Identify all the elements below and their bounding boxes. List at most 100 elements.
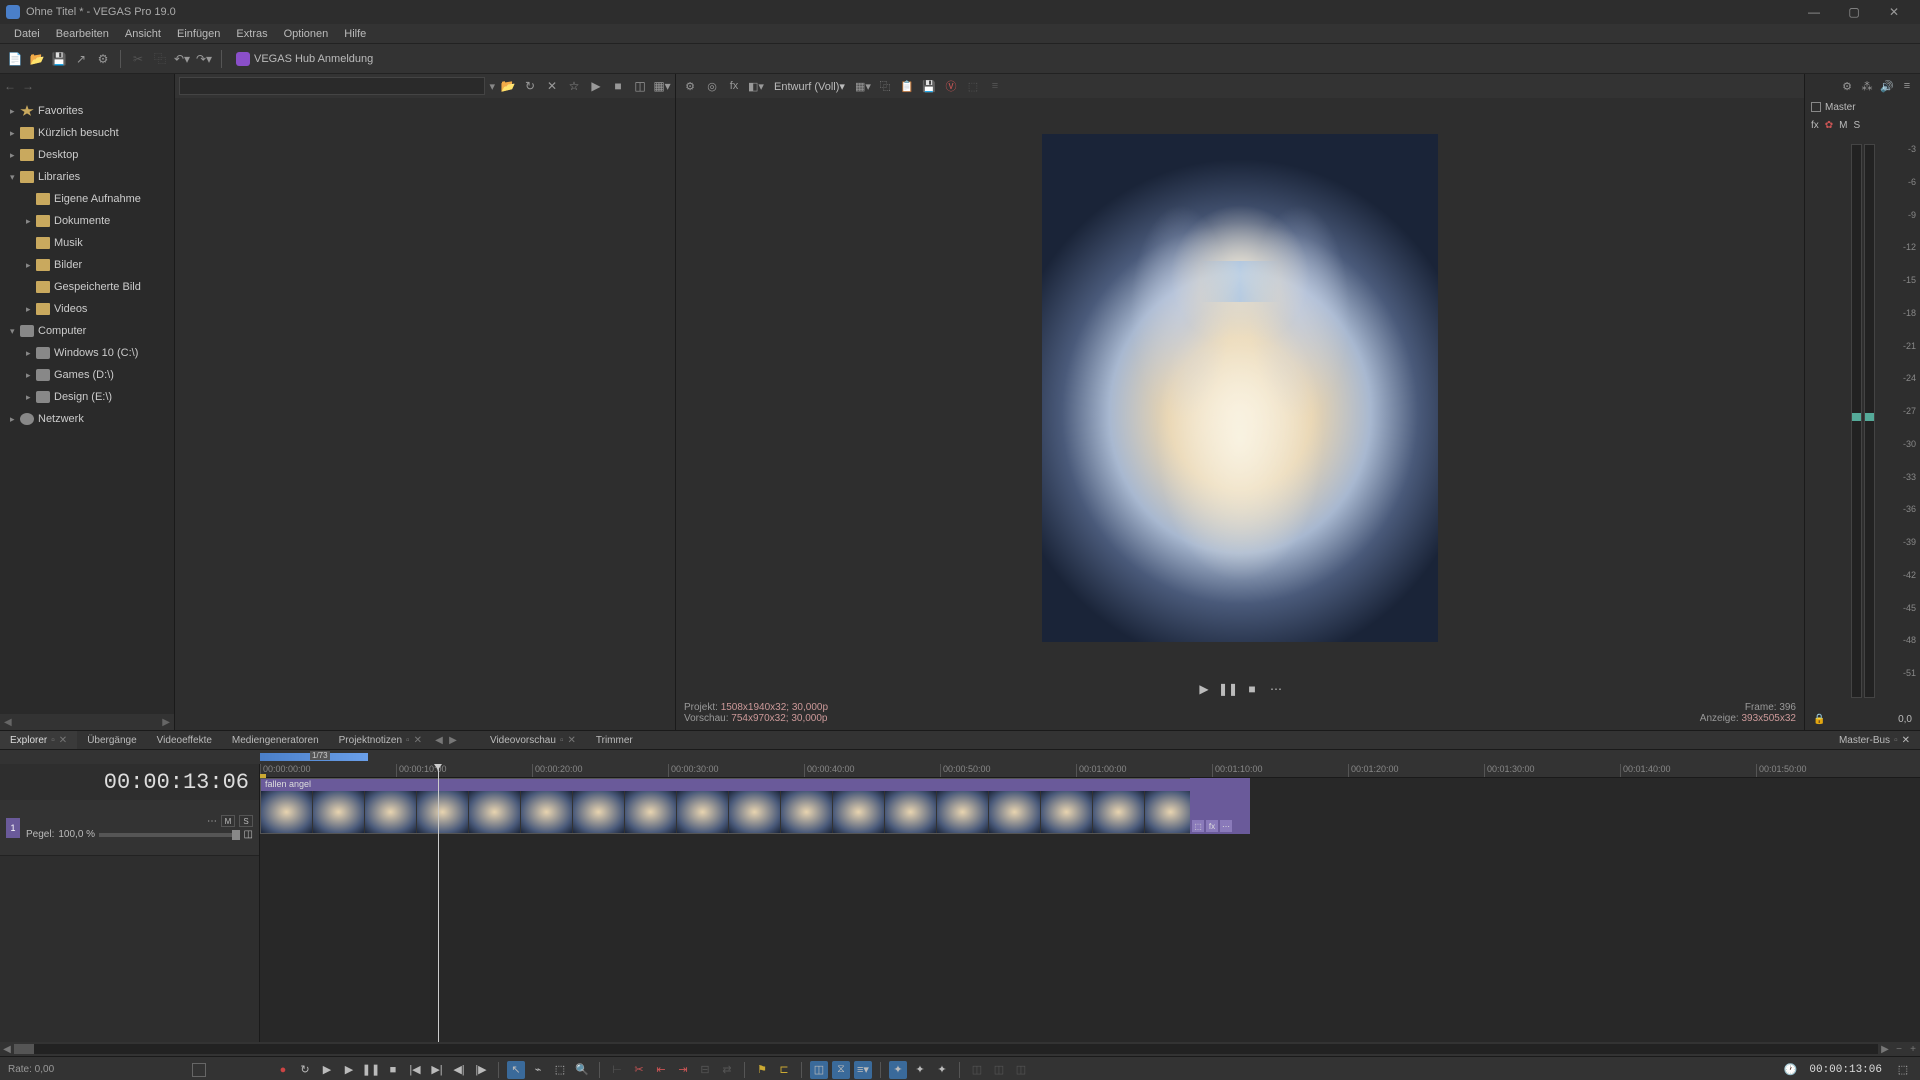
timeline-hscroll[interactable]: ◀ ▶ − + xyxy=(0,1042,1920,1056)
scroll-thumb[interactable] xyxy=(14,1044,34,1054)
zoom-in-icon[interactable]: + xyxy=(1906,1044,1920,1055)
preview-play-icon[interactable]: ▶ xyxy=(1196,681,1212,697)
clip-fx-icon[interactable]: fx xyxy=(1206,820,1218,832)
track-lane-1[interactable]: fallen angel ⬚ fx ⋯ xyxy=(260,778,1920,834)
transport-timecode[interactable]: 00:00:13:06 xyxy=(1801,1064,1890,1076)
prev-frame-button[interactable]: ◀| xyxy=(450,1061,468,1079)
minimize-button[interactable]: — xyxy=(1794,0,1834,24)
tree-toggle-icon[interactable]: ▸ xyxy=(10,150,20,161)
tree-item[interactable]: Musik xyxy=(0,232,174,254)
master-dim-icon[interactable]: ⁂ xyxy=(1860,79,1874,93)
render-icon[interactable]: ↗ xyxy=(72,50,90,68)
tree-toggle-icon[interactable]: ▸ xyxy=(10,128,20,139)
trim-end-button[interactable]: ⇥ xyxy=(674,1061,692,1079)
scroll-right-icon[interactable]: ▶ xyxy=(1878,1044,1892,1055)
master-mixer-icon[interactable]: ≡ xyxy=(1900,79,1914,93)
tree-item[interactable]: Gespeicherte Bild xyxy=(0,276,174,298)
master-mute-button[interactable]: M xyxy=(1839,120,1847,131)
save-snapshot-icon[interactable]: 💾 xyxy=(921,78,937,94)
master-box-icon[interactable] xyxy=(1811,102,1821,112)
trim-start-button[interactable]: ⇤ xyxy=(652,1061,670,1079)
play-start-button[interactable]: ▶ xyxy=(318,1061,336,1079)
fit-button[interactable]: ⬚ xyxy=(1894,1061,1912,1079)
split-icon[interactable]: ◧▾ xyxy=(748,78,764,94)
preview-stop-icon[interactable]: ■ xyxy=(1244,681,1260,697)
tree-item[interactable]: ▸Games (D:\) xyxy=(0,364,174,386)
back-icon[interactable]: ← xyxy=(4,79,16,93)
clip-tail[interactable]: ⬚ fx ⋯ xyxy=(1190,778,1250,834)
tree-item[interactable]: ▾Computer xyxy=(0,320,174,342)
preview-quality-dropdown[interactable]: Entwurf (Voll)▾ xyxy=(770,80,849,93)
hub-login-button[interactable]: VEGAS Hub Anmeldung xyxy=(230,50,379,68)
dock-tab[interactable]: Videovorschau▫✕ xyxy=(480,731,586,749)
tree-toggle-icon[interactable]: ▸ xyxy=(26,370,36,381)
lock-button[interactable]: ≡▾ xyxy=(854,1061,872,1079)
tree-toggle-icon[interactable]: ▾ xyxy=(10,326,20,337)
overlay-icon[interactable]: ▦▾ xyxy=(855,78,871,94)
go-start-button[interactable]: |◀ xyxy=(406,1061,424,1079)
menu-optionen[interactable]: Optionen xyxy=(276,26,337,42)
master-lock-icon[interactable]: 🔒 xyxy=(1813,714,1825,725)
tab-scroll-left-icon[interactable]: ◀ xyxy=(432,731,446,749)
tree-toggle-icon[interactable]: ▸ xyxy=(26,304,36,315)
tree-toggle-icon[interactable]: ▸ xyxy=(26,348,36,359)
video-clip[interactable]: fallen angel xyxy=(260,778,1250,834)
tab-popout-icon[interactable]: ▫ xyxy=(560,735,564,746)
dock-tab[interactable]: Projektnotizen▫✕ xyxy=(329,731,432,749)
envelope-tool[interactable]: ⌁ xyxy=(529,1061,547,1079)
timeline-timecode[interactable]: 00:00:13:06 xyxy=(0,764,259,800)
tree-item[interactable]: ▾Libraries xyxy=(0,166,174,188)
vegas-icon[interactable]: Ⓥ xyxy=(943,78,959,94)
zoom-out-icon[interactable]: − xyxy=(1892,1044,1906,1055)
forward-icon[interactable]: → xyxy=(22,79,34,93)
track-mute-button[interactable]: M xyxy=(221,815,235,827)
output-fx-icon[interactable]: fx xyxy=(726,78,742,94)
snap-icon[interactable]: ⊢ xyxy=(608,1061,626,1079)
tree-toggle-icon[interactable]: ▸ xyxy=(26,260,36,271)
list-icon[interactable]: ≡ xyxy=(987,78,1003,94)
tree-item[interactable]: ▸Favorites xyxy=(0,100,174,122)
adjust-icon[interactable]: ⬚ xyxy=(965,78,981,94)
track-solo-button[interactable]: S xyxy=(239,815,253,827)
colorize-button[interactable]: ✦ xyxy=(911,1061,929,1079)
pause-button[interactable]: ❚❚ xyxy=(362,1061,380,1079)
address-bar[interactable] xyxy=(179,77,485,95)
tree-item[interactable]: ▸Windows 10 (C:\) xyxy=(0,342,174,364)
master-gear-icon[interactable]: ⚙ xyxy=(1840,79,1854,93)
normal-edit-tool[interactable]: ↖ xyxy=(507,1061,525,1079)
dock-tab[interactable]: Explorer▫✕ xyxy=(0,731,77,749)
auto-icon[interactable]: ◫ xyxy=(631,77,649,95)
folder-tree[interactable]: ▸Favorites▸Kürzlich besucht▸Desktop▾Libr… xyxy=(0,98,174,714)
clip-crop-icon[interactable]: ⬚ xyxy=(1192,820,1204,832)
selection-tool[interactable]: ⬚ xyxy=(551,1061,569,1079)
split-button[interactable]: ✂ xyxy=(630,1061,648,1079)
track-fx-icon[interactable]: ◫ xyxy=(244,829,253,840)
ext-monitor-icon[interactable]: ◎ xyxy=(704,78,720,94)
master-auto-button[interactable]: ✿ xyxy=(1825,120,1833,131)
tree-item[interactable]: ▸Kürzlich besucht xyxy=(0,122,174,144)
tree-item[interactable]: Eigene Aufnahme xyxy=(0,188,174,210)
tab-popout-icon[interactable]: ▫ xyxy=(1894,735,1898,746)
auto-crossfade-button[interactable]: ⧖ xyxy=(832,1061,850,1079)
master-sound-icon[interactable]: 🔊 xyxy=(1880,79,1894,93)
timeline-overview[interactable]: 1/73 xyxy=(0,750,1920,764)
new-project-icon[interactable]: 📄 xyxy=(6,50,24,68)
star-icon[interactable]: ☆ xyxy=(565,77,583,95)
tab-close-icon[interactable]: ✕ xyxy=(59,735,67,746)
tab-popout-icon[interactable]: ▫ xyxy=(406,735,410,746)
tab-close-icon[interactable]: ✕ xyxy=(414,735,422,746)
copy-icon[interactable]: ⿻ xyxy=(151,50,169,68)
safe-area-icon[interactable]: ⿻ xyxy=(877,78,893,94)
menu-einfuegen[interactable]: Einfügen xyxy=(169,26,228,42)
record-button[interactable]: ● xyxy=(274,1061,292,1079)
tab-close-icon[interactable]: ✕ xyxy=(567,735,575,746)
folder-up-icon[interactable]: 📂 xyxy=(499,77,517,95)
level-slider[interactable] xyxy=(99,833,239,837)
tree-toggle-icon[interactable]: ▸ xyxy=(10,106,20,117)
loop-button[interactable]: ↻ xyxy=(296,1061,314,1079)
go-end-button[interactable]: ▶| xyxy=(428,1061,446,1079)
explorer-scroll[interactable]: ◀▶ xyxy=(0,714,174,730)
copy-snapshot-icon[interactable]: 📋 xyxy=(899,78,915,94)
add-fx-button[interactable]: ✦ xyxy=(889,1061,907,1079)
zoom-tool[interactable]: 🔍 xyxy=(573,1061,591,1079)
